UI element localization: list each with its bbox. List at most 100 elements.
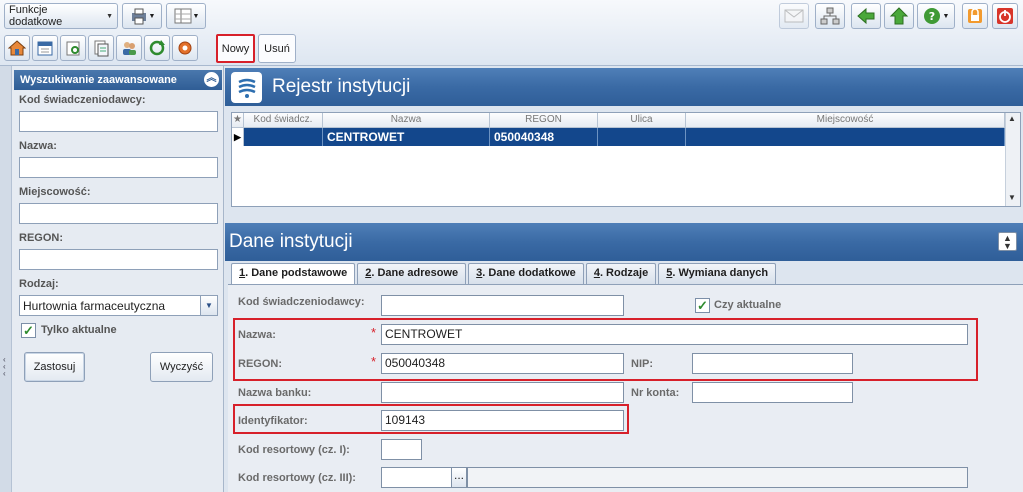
network-icon <box>820 7 840 25</box>
details-tabs: 1. Dane podstawowe 2. Dane adresowe 3. D… <box>231 263 777 285</box>
table-row[interactable]: ▶ CENTROWET 050040348 <box>232 128 1005 146</box>
table-header: ★ Kod świadcz. Nazwa REGON Ulica Miejsco… <box>232 113 1005 128</box>
patients-button[interactable] <box>116 35 142 61</box>
delete-label: Usuń <box>264 42 290 55</box>
clear-button[interactable]: Wyczyść <box>150 352 213 382</box>
cell-city <box>686 128 1005 146</box>
users-icon <box>123 42 136 55</box>
refresh-icon <box>149 40 165 56</box>
bank-label: Nazwa banku: <box>238 387 312 399</box>
scroll-down-icon[interactable]: ▼ <box>1008 193 1016 202</box>
regon-input[interactable] <box>19 249 218 270</box>
mail-button[interactable] <box>779 3 809 29</box>
home-button[interactable] <box>4 35 30 61</box>
app-logo <box>231 72 262 103</box>
table-scrollbar[interactable]: ▲ ▼ <box>1005 113 1020 206</box>
bank-field[interactable] <box>381 382 624 403</box>
active-only-checkbox[interactable]: ✓ <box>21 323 36 338</box>
tab-additional-data[interactable]: 3. Dane dodatkowe <box>468 263 584 284</box>
splitter-arrows-icon: ‹ ‹ ‹ <box>3 355 6 378</box>
back-button[interactable] <box>851 3 881 29</box>
resort3-label: Kod resortowy (cz. III): <box>238 472 356 484</box>
apply-label: Zastosuj <box>33 361 76 373</box>
provider-code-input[interactable] <box>19 111 218 132</box>
refresh-button[interactable] <box>144 35 170 61</box>
active-only-label: Tylko aktualne <box>41 324 117 336</box>
identifier-label: Identyfikator: <box>238 415 308 427</box>
collapse-icon[interactable]: ︽ <box>204 72 219 87</box>
star-column-icon: ★ <box>232 113 244 128</box>
arrow-up-icon <box>889 7 909 25</box>
tab-address-data[interactable]: 2. Dane adresowe <box>357 263 467 284</box>
power-icon <box>997 8 1013 24</box>
regon-label: REGON: <box>238 358 282 370</box>
cell-name: CENTROWET <box>323 128 490 146</box>
chevron-down-icon: ▼ <box>106 12 113 20</box>
visits-button[interactable] <box>60 35 86 61</box>
help-dropdown[interactable]: ? ▼ <box>917 3 955 29</box>
provider-code-label: Kod świadczeniodawcy: <box>19 94 146 106</box>
name-label: Nazwa: <box>19 140 57 152</box>
type-select-value: Hurtownia farmaceutyczna <box>23 298 166 313</box>
network-button[interactable] <box>815 3 845 29</box>
printer-icon <box>131 8 146 25</box>
column-header-name[interactable]: Nazwa <box>323 113 490 128</box>
tab-types[interactable]: 4. Rodzaje <box>585 263 657 284</box>
new-button[interactable]: Nowy <box>216 34 255 63</box>
institutions-table: ★ Kod świadcz. Nazwa REGON Ulica Miejsco… <box>231 112 1021 207</box>
provider-code-field[interactable] <box>381 295 624 316</box>
registry-banner: Rejestr instytucji <box>225 68 1023 106</box>
delete-button[interactable]: Usuń <box>258 34 296 63</box>
name-input[interactable] <box>19 157 218 178</box>
city-input[interactable] <box>19 203 218 224</box>
resort3-extra-field[interactable] <box>467 467 968 488</box>
required-mark: * <box>371 354 377 369</box>
clear-label: Wyczyść <box>159 361 204 373</box>
lock-button[interactable] <box>962 3 988 29</box>
name-field[interactable]: CENTROWET <box>381 324 968 345</box>
columns-icon <box>174 8 192 24</box>
functions-label: Funkcje dodatkowe <box>9 4 63 28</box>
registry-title: Rejestr instytucji <box>272 76 411 97</box>
identifier-field[interactable]: 109143 <box>381 410 624 431</box>
tab-basic-data[interactable]: 1. Dane podstawowe <box>231 263 356 285</box>
main-panel: Rejestr instytucji ★ Kod świadcz. Nazwa … <box>225 66 1023 492</box>
current-label: Czy aktualne <box>714 299 782 311</box>
column-header-city[interactable]: Miejscowość <box>686 113 1005 128</box>
calendar-button[interactable] <box>32 35 58 61</box>
nip-field[interactable] <box>692 353 853 374</box>
scroll-up-icon[interactable]: ▲ <box>1008 114 1016 123</box>
row-pointer-icon: ▶ <box>232 128 244 146</box>
column-header-street[interactable]: Ulica <box>598 113 686 128</box>
panel-splitter[interactable]: ‹ ‹ ‹ <box>0 66 12 492</box>
type-label: Rodzaj: <box>19 278 59 290</box>
functions-dropdown[interactable]: Funkcje dodatkowe ▼ <box>4 3 118 29</box>
resort1-field[interactable] <box>381 439 422 460</box>
tab-data-exchange[interactable]: 5. Wymiana danych <box>658 263 777 284</box>
advanced-search-panel: ‹ ‹ ‹ Wyszukiwanie zaawansowane ︽ Kod świa… <box>0 66 224 492</box>
power-button[interactable] <box>992 3 1018 29</box>
expand-collapse-icon[interactable]: ▲ ▼ <box>998 232 1017 251</box>
envelope-icon <box>784 9 804 23</box>
settings-button[interactable] <box>172 35 198 61</box>
cell-street <box>598 128 686 146</box>
cell-regon: 050040348 <box>490 128 598 146</box>
resort3-browse-button[interactable]: ... <box>451 467 467 488</box>
city-label: Miejscowość: <box>19 186 91 198</box>
apply-button[interactable]: Zastosuj <box>24 352 85 382</box>
documents-button[interactable] <box>88 35 114 61</box>
arrow-left-icon <box>857 7 875 25</box>
print-dropdown[interactable]: ▼ <box>122 3 162 29</box>
column-header-regon[interactable]: REGON <box>490 113 598 128</box>
column-header-code[interactable]: Kod świadcz. <box>244 113 323 128</box>
basic-data-form: Kod świadczeniodawcy: ✓ Czy aktualne Naz… <box>228 284 1023 492</box>
layout-dropdown[interactable]: ▼ <box>166 3 206 29</box>
advanced-search-header: Wyszukiwanie zaawansowane ︽ <box>14 70 222 90</box>
current-checkbox[interactable]: ✓ <box>695 298 710 313</box>
account-field[interactable] <box>692 382 853 403</box>
up-button[interactable] <box>884 3 914 29</box>
type-select[interactable]: Hurtownia farmaceutyczna ▼ <box>19 295 218 316</box>
new-label: Nowy <box>221 42 250 55</box>
calendar-icon <box>37 41 53 56</box>
regon-field[interactable]: 050040348 <box>381 353 624 374</box>
